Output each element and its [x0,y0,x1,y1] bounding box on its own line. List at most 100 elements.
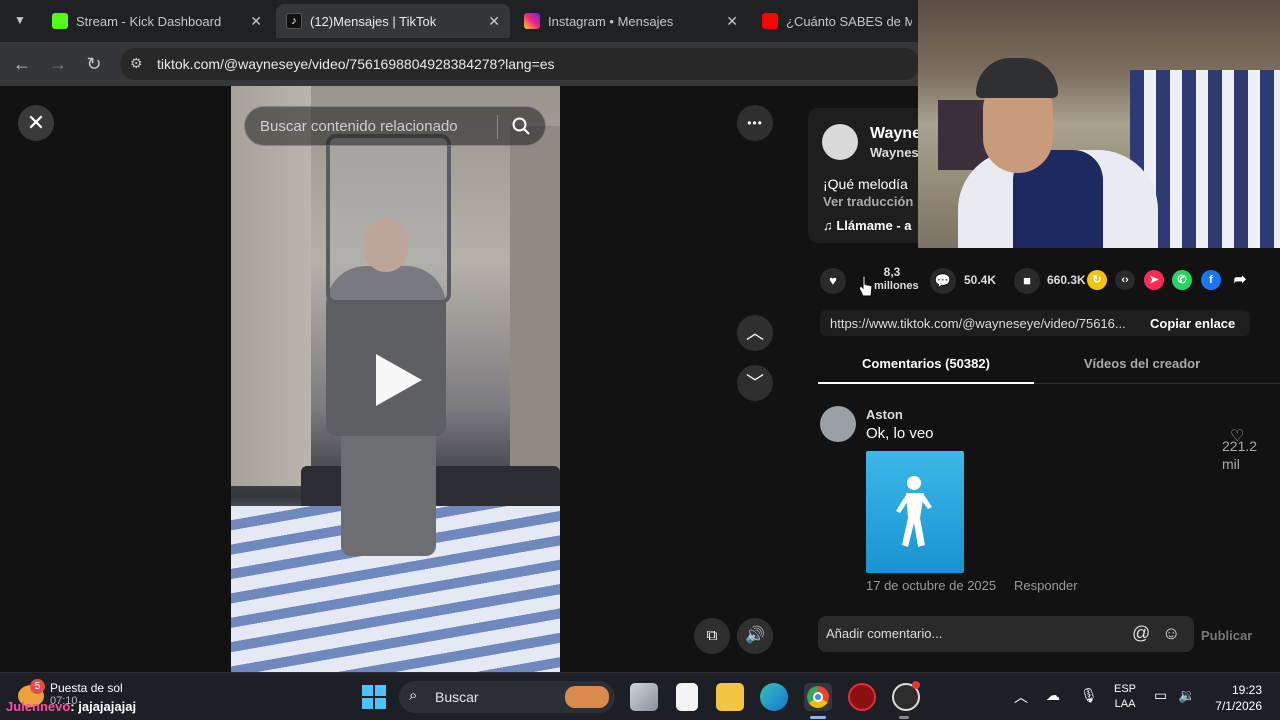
publish-button[interactable]: Publicar [1201,628,1252,643]
search-divider [497,115,498,139]
tab-list-button[interactable]: ▼ [8,8,32,32]
address-bar[interactable]: ⚙ tiktok.com/@wayneseye/video/7561698804… [120,48,920,80]
search-icon: ⌕ [409,687,418,704]
share-link-text[interactable]: https://www.tiktok.com/@wayneseye/video/… [830,316,1126,331]
tab-title: (12)Mensajes | TikTok [310,13,437,29]
author-avatar[interactable] [822,124,858,160]
tab-kick-dashboard[interactable]: Stream - Kick Dashboard ✕ [42,4,272,38]
add-comment-input[interactable]: Añadir comentario... @ ☺ [818,616,1194,652]
back-button[interactable]: ← [10,52,34,76]
video-player[interactable] [231,86,560,672]
comment-sticker [866,451,964,573]
taskbar-search[interactable]: ⌕ Buscar [399,681,615,713]
search-highlight-image [565,686,609,708]
recording-dot [912,681,920,689]
language-code: ESP [1114,683,1137,695]
copy-link-button[interactable]: Copiar enlace [1150,316,1235,331]
language-indicator[interactable]: ESP LAA [1114,682,1136,712]
related-search-input[interactable]: Buscar contenido relacionado [244,106,546,146]
close-video-button[interactable]: ✕ [18,105,54,141]
weather-badge: 5 [30,679,45,694]
keyboard-layout: LAA [1114,698,1136,710]
more-options-button[interactable]: ••• [737,105,773,141]
task-view-icon[interactable] [630,683,658,711]
kick-icon [52,13,68,29]
comment-like-count: 221.2 mil [1222,438,1258,472]
like-count-unit: millones [874,280,919,292]
share-link-box: https://www.tiktok.com/@wayneseye/video/… [820,310,1250,336]
file-icon[interactable] [676,683,698,711]
system-clock[interactable]: 19:23 7/1/2026 [1206,682,1262,714]
tab-comments[interactable]: Comentarios (50382) [818,356,1034,371]
reload-button[interactable]: ↻ [82,52,106,76]
post-description: ¡Qué melodía [823,176,908,192]
mention-icon[interactable]: @ [1132,623,1150,644]
comment-count: 50.4K [964,273,997,287]
volume-icon[interactable]: 🔉 [1178,687,1195,704]
forward-button[interactable]: → [46,52,70,76]
site-info-icon[interactable]: ⚙ [130,55,143,72]
repost-icon[interactable]: ↻ [1087,270,1107,290]
save-count: 660.3K [1047,273,1086,287]
commenter-avatar[interactable] [820,406,856,442]
tab-tiktok-messages[interactable]: ♪ (12)Mensajes | TikTok ✕ [276,4,510,38]
video-frame-chair [326,134,451,304]
close-tab-icon[interactable]: ✕ [488,13,500,30]
microphone-icon[interactable]: 🎙 [1080,687,1098,704]
pip-button[interactable]: ⧉ [694,618,730,654]
game-app-icon[interactable] [848,683,876,711]
bookmark-icon[interactable]: ■ [1014,268,1040,294]
network-icon[interactable]: ▭ [1154,687,1167,704]
mouse-cursor-icon [858,275,873,297]
music-link[interactable]: ♫ Llámame - a [823,218,912,233]
chrome-icon[interactable] [804,683,832,711]
tab-title: Instagram • Mensajes [548,13,674,29]
comment-text: Ok, lo veo [866,425,934,442]
next-video-button[interactable]: ﹀ [737,365,773,401]
windows-start-icon[interactable] [362,685,386,709]
open-app-indicator [899,716,909,719]
play-icon[interactable] [376,354,422,406]
tab-instagram-messages[interactable]: Instagram • Mensajes ✕ [514,4,748,38]
author-handle[interactable]: Waynes [870,145,919,160]
share-more-icon[interactable]: ➦ [1230,270,1250,290]
comment-icon[interactable]: 💬 [930,268,956,294]
url-text[interactable]: tiktok.com/@wayneseye/video/756169880492… [157,56,555,72]
commenter-name[interactable]: Aston [866,407,903,422]
webcam-overlay [918,0,1280,248]
chrome-logo-center [813,692,823,702]
comment-date: 17 de octubre de 2025 [866,578,997,593]
youtube-icon [762,13,778,29]
instagram-icon [524,13,540,29]
chat-message: jajajajajaj [78,699,137,714]
facebook-icon[interactable]: f [1201,270,1221,290]
onedrive-icon[interactable]: ☁ [1046,687,1060,704]
previous-video-button[interactable]: ︿ [737,315,773,351]
close-tab-icon[interactable]: ✕ [726,13,738,30]
edge-icon[interactable] [760,683,788,711]
emoji-icon[interactable]: ☺ [1162,623,1180,644]
whatsapp-icon[interactable]: ✆ [1172,270,1192,290]
weather-label: Puesta de sol [50,681,123,695]
tab-creator-videos[interactable]: Vídeos del creador [1034,356,1250,371]
close-tab-icon[interactable]: ✕ [250,13,262,30]
video-frame-door [510,126,560,506]
author-name[interactable]: Wayne [870,125,921,143]
reply-button[interactable]: Responder [1014,578,1078,593]
comment-input-placeholder: Añadir comentario... [826,626,943,641]
like-button[interactable]: ♥ [820,268,846,294]
clock-date: 7/1/2026 [1215,699,1262,713]
like-count: 8,3 millones [874,265,919,293]
see-translation-link[interactable]: Ver traducción [823,194,913,209]
active-app-indicator [810,716,826,719]
tab-youtube-minecraft[interactable]: ¿Cuánto SABES de MINEC [752,4,922,38]
windows-taskbar: 5 Puesta de sol 07:10 Julennevo: jajajaj… [0,672,1280,720]
chevron-up-icon[interactable]: ︿ [1014,687,1028,707]
send-icon[interactable]: ➤ [1144,270,1164,290]
search-icon[interactable] [511,116,531,136]
volume-button[interactable]: 🔊 [737,618,773,654]
embed-icon[interactable]: ‹› [1115,270,1135,290]
tab-title: ¿Cuánto SABES de MINEC [786,13,912,29]
file-explorer-icon[interactable] [716,683,744,711]
video-frame-wall [231,86,311,486]
